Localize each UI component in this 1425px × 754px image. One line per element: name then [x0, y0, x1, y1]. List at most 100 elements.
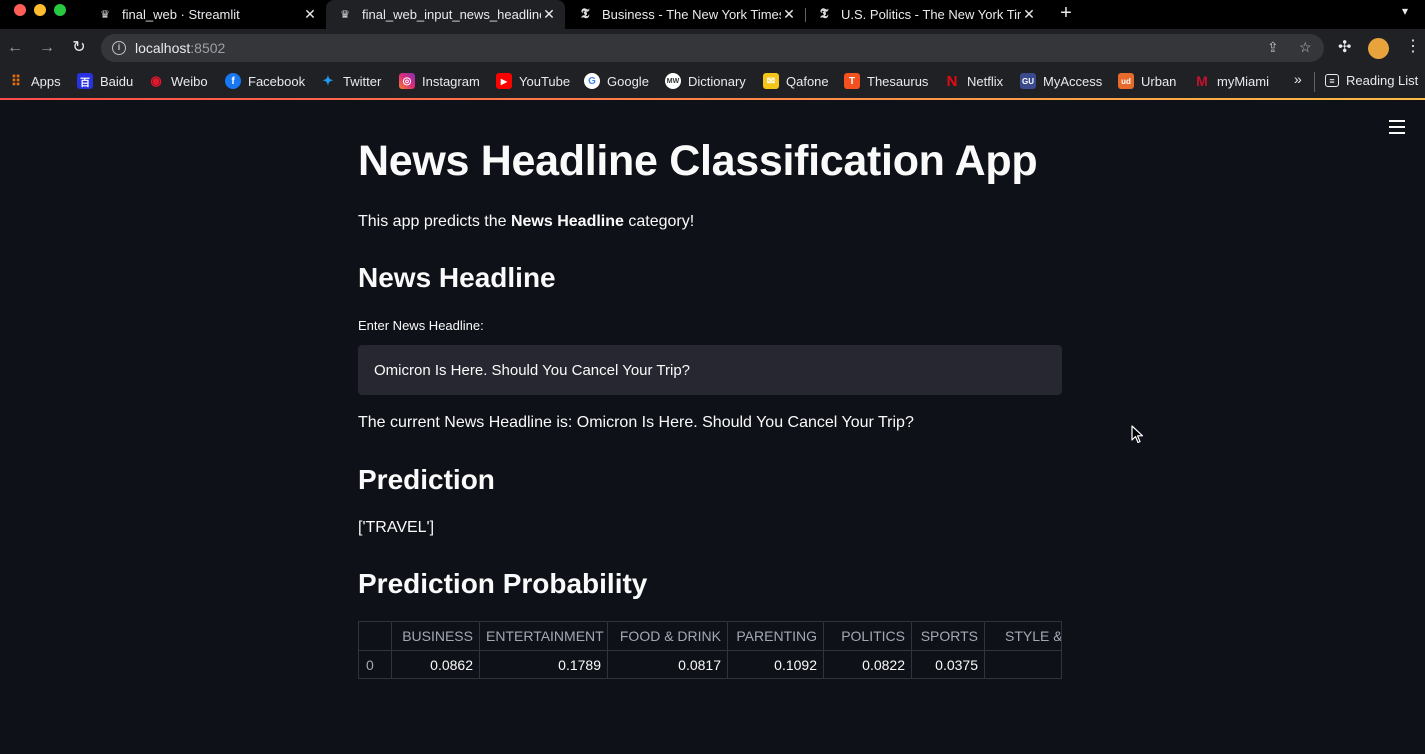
- index-header-cell[interactable]: [359, 622, 392, 650]
- bookmarks-overflow-button[interactable]: »: [1294, 71, 1302, 87]
- nyt-icon: 𝕿: [819, 6, 829, 22]
- bookmark-urban[interactable]: ud Urban: [1118, 73, 1176, 89]
- prediction-heading: Prediction: [358, 464, 495, 495]
- column-header-food-drink[interactable]: FOOD & DRINK: [608, 622, 728, 650]
- bookmark-google[interactable]: G Google: [584, 73, 649, 89]
- reading-list-icon: ≡: [1325, 74, 1339, 87]
- table-cell-business[interactable]: 0.0862: [392, 651, 480, 678]
- reading-list-label: Reading List: [1346, 73, 1419, 88]
- table-row: 0 0.0862 0.1789 0.0817 0.1092 0.0822 0.0…: [359, 650, 1061, 678]
- browser-tab-active[interactable]: ♛ final_web_input_news_headline ✕: [326, 0, 565, 29]
- dictionary-icon: MW: [665, 73, 681, 89]
- profile-avatar[interactable]: [1368, 38, 1389, 59]
- table-cell-parenting[interactable]: 0.1092: [728, 651, 824, 678]
- myaccess-icon: GU: [1020, 73, 1036, 89]
- bookmark-label: Dictionary: [688, 73, 746, 89]
- netflix-icon: N: [946, 72, 958, 90]
- bookmark-myaccess[interactable]: GU MyAccess: [1020, 73, 1102, 89]
- miami-m-icon: M: [1196, 73, 1208, 89]
- urban-dictionary-icon: ud: [1118, 73, 1134, 89]
- browser-tab[interactable]: 𝕿 U.S. Politics - The New York Times ✕: [805, 0, 1045, 29]
- share-icon[interactable]: ⇪: [1267, 39, 1279, 56]
- column-header-politics[interactable]: POLITICS: [824, 622, 912, 650]
- bookmark-label: Thesaurus: [867, 73, 929, 89]
- extensions-puzzle-icon[interactable]: ✣: [1338, 37, 1351, 57]
- window-close-button[interactable]: [14, 4, 26, 16]
- table-cell-sports[interactable]: 0.0375: [912, 651, 985, 678]
- bookmark-youtube[interactable]: ▶ YouTube: [496, 73, 570, 89]
- tab-search-button[interactable]: ▾: [1402, 4, 1408, 18]
- bookmark-twitter[interactable]: ✦ Twitter: [320, 73, 382, 89]
- news-headline-heading: News Headline: [358, 262, 556, 293]
- bookmark-instagram[interactable]: ◎ Instagram: [399, 73, 480, 89]
- close-icon[interactable]: ✕: [302, 6, 318, 23]
- table-cell-entertainment[interactable]: 0.1789: [480, 651, 608, 678]
- bookmark-mymiami[interactable]: MmyMiami: [1194, 73, 1269, 89]
- bookmark-facebook[interactable]: f Facebook: [225, 73, 305, 89]
- tab-title: final_web · Streamlit: [122, 7, 240, 22]
- bookmark-qafone[interactable]: ✉ Qafone: [763, 73, 829, 89]
- forward-button[interactable]: →: [36, 37, 58, 59]
- browser-tab[interactable]: 𝕿 Business - The New York Times ✕: [566, 0, 805, 29]
- close-icon[interactable]: ✕: [1021, 6, 1037, 23]
- apps-grid-icon: ⠿: [10, 72, 22, 89]
- probability-dataframe[interactable]: BUSINESS ENTERTAINMENT FOOD & DRINK PARE…: [358, 621, 1062, 679]
- bookmark-thesaurus[interactable]: T Thesaurus: [844, 73, 928, 89]
- headline-input[interactable]: [358, 345, 1062, 395]
- tab-title: final_web_input_news_headline: [362, 7, 541, 22]
- address-bar[interactable]: i localhost:8502 ⇪ ☆: [101, 34, 1324, 62]
- streamlit-decoration-bar: [0, 98, 1425, 100]
- hamburger-menu-icon[interactable]: [1389, 120, 1405, 134]
- facebook-icon: f: [225, 73, 241, 89]
- reading-list-button[interactable]: ≡ Reading List: [1325, 73, 1418, 88]
- row-index-cell[interactable]: 0: [359, 651, 392, 678]
- bookmark-label: Twitter: [343, 73, 382, 89]
- bookmark-label: myMiami: [1217, 73, 1269, 89]
- tab-title: U.S. Politics - The New York Times: [841, 7, 1021, 22]
- window-minimize-button[interactable]: [34, 4, 46, 16]
- bookmark-label: Urban: [1141, 73, 1177, 89]
- bookmark-apps[interactable]: ⠿ Apps: [8, 73, 61, 89]
- bookmarks-divider: [1314, 72, 1315, 92]
- back-button[interactable]: ←: [4, 37, 26, 59]
- column-header-entertainment[interactable]: ENTERTAINMENT: [480, 622, 608, 650]
- youtube-icon: ▶: [496, 73, 512, 89]
- table-cell-politics[interactable]: 0.0822: [824, 651, 912, 678]
- table-cell-food-drink[interactable]: 0.0817: [608, 651, 728, 678]
- prediction-probability-heading: Prediction Probability: [358, 568, 648, 599]
- address-url[interactable]: localhost:8502: [135, 40, 225, 56]
- new-tab-button[interactable]: +: [1056, 2, 1076, 25]
- description-bold: News Headline: [510, 213, 624, 230]
- info-icon[interactable]: i: [112, 41, 126, 55]
- tab-title: Business - The New York Times: [602, 7, 781, 22]
- nyt-icon: 𝕿: [580, 6, 590, 22]
- app-description: This app predicts the News Headline cate…: [358, 213, 694, 231]
- bookmark-label: Facebook: [248, 73, 306, 89]
- weibo-icon: ◉: [150, 73, 162, 88]
- bookmark-weibo[interactable]: ◉ Weibo: [148, 73, 208, 89]
- browser-toolbar: ← → ↻ i localhost:8502 ⇪ ☆: [0, 29, 1425, 67]
- bookmark-baidu[interactable]: 百 Baidu: [77, 73, 133, 89]
- column-header-business[interactable]: BUSINESS: [392, 622, 480, 650]
- window-zoom-button[interactable]: [54, 4, 66, 16]
- bookmark-netflix[interactable]: N Netflix: [944, 72, 1004, 90]
- current-headline-text: The current News Headline is: Omicron Is…: [358, 414, 914, 431]
- instagram-icon: ◎: [399, 73, 415, 89]
- browser-tab[interactable]: ♛ final_web · Streamlit ✕: [86, 0, 326, 29]
- thesaurus-icon: T: [844, 73, 860, 89]
- page-title: News Headline Classification App: [358, 137, 1038, 185]
- column-header-sports[interactable]: SPORTS: [912, 622, 985, 650]
- column-header-style-beauty[interactable]: STYLE & BEAUTY: [985, 622, 1061, 650]
- column-header-parenting[interactable]: PARENTING: [728, 622, 824, 650]
- bookmark-label: Weibo: [171, 73, 208, 89]
- bookmark-star-icon[interactable]: ☆: [1299, 39, 1312, 56]
- headline-input-label: Enter News Headline:: [358, 318, 484, 333]
- close-icon[interactable]: ✕: [541, 6, 557, 23]
- bookmark-dictionary[interactable]: MW Dictionary: [665, 73, 746, 89]
- reload-button[interactable]: ↻: [68, 37, 90, 59]
- baidu-icon: 百: [77, 73, 93, 89]
- browser-menu-icon[interactable]: ⋮: [1405, 36, 1421, 56]
- close-icon[interactable]: ✕: [781, 6, 797, 23]
- table-cell-style-beauty[interactable]: [985, 651, 1061, 678]
- streamlit-icon: ♛: [100, 9, 110, 21]
